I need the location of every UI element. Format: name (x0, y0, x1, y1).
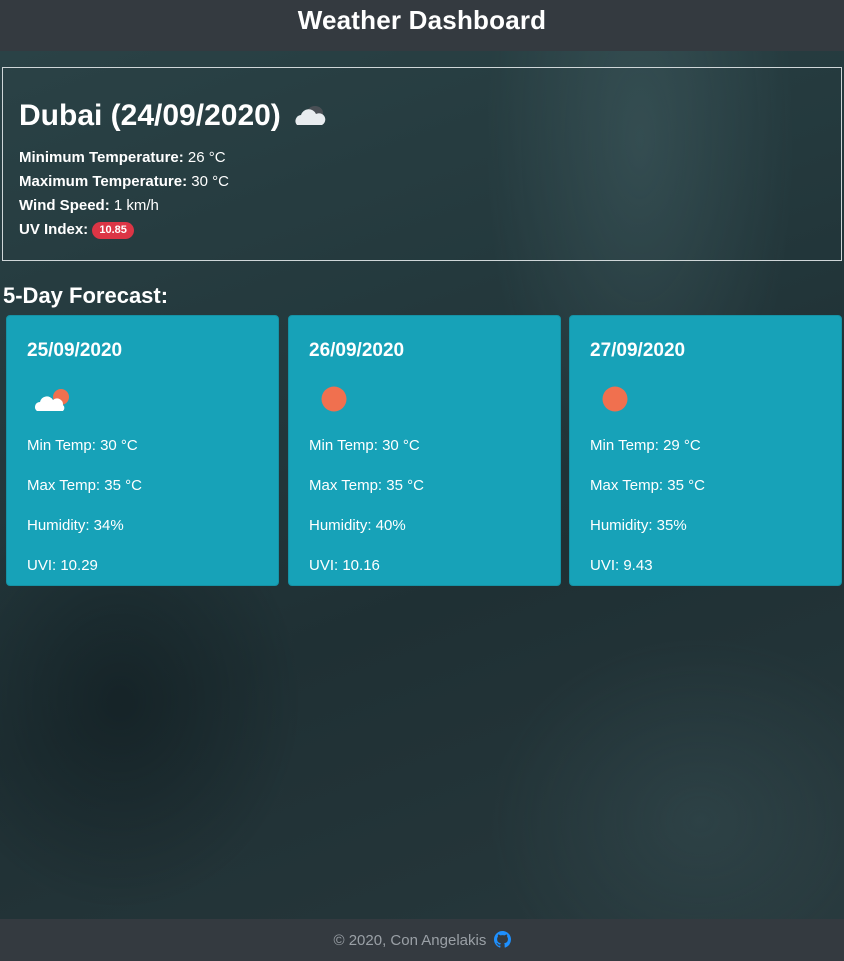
uv-index-badge: 10.85 (92, 222, 134, 239)
forecast-card: 26/09/2020 Min Temp: 30 °C Max Temp: 35 … (288, 315, 561, 586)
forecast-date: 27/09/2020 (590, 340, 686, 361)
forecast-icon-wrap (309, 378, 540, 418)
forecast-min-temp: Min Temp: 30 °C (309, 437, 420, 454)
forecast-icon-wrap (27, 378, 258, 418)
forecast-title: 5-Day Forecast: (3, 283, 169, 308)
footer-copyright: © 2020, Con Angelakis (333, 932, 487, 949)
wind-speed-value: 1 km/h (109, 197, 159, 214)
forecast-uvi: UVI: 9.43 (590, 557, 653, 574)
max-temp-value: 30 °C (187, 173, 229, 190)
current-weather-heading: Dubai (24/09/2020) (19, 96, 825, 136)
forecast-icon-wrap (590, 378, 821, 418)
forecast-humidity: Humidity: 35% (590, 517, 687, 534)
github-icon[interactable] (493, 931, 511, 948)
forecast-date: 26/09/2020 (309, 340, 405, 361)
footer-bar: © 2020, Con Angelakis (0, 919, 844, 961)
forecast-humidity: Humidity: 34% (27, 517, 124, 534)
sun-icon (602, 386, 628, 412)
github-link[interactable] (493, 922, 511, 961)
wind-speed-row: Wind Speed: 1 km/h (19, 194, 825, 218)
forecast-humidity: Humidity: 40% (309, 517, 406, 534)
min-temp-value: 26 °C (183, 149, 226, 166)
forecast-max-temp: Max Temp: 35 °C (590, 477, 705, 494)
max-temp-row: Maximum Temperature: 30 °C (19, 170, 825, 194)
wind-speed-label: Wind Speed: (19, 197, 110, 214)
forecast-min-temp: Min Temp: 29 °C (590, 437, 701, 454)
forecast-card: 27/09/2020 Min Temp: 29 °C Max Temp: 35 … (569, 315, 842, 586)
partly-cloudy-icon (35, 389, 69, 411)
sun-icon (321, 386, 347, 412)
forecast-uvi: UVI: 10.29 (27, 557, 98, 574)
min-temp-label: Minimum Temperature: (19, 149, 184, 166)
page-title: Weather Dashboard (297, 5, 547, 35)
header-bar: Weather Dashboard (0, 0, 844, 51)
forecast-uvi: UVI: 10.16 (309, 557, 380, 574)
forecast-max-temp: Max Temp: 35 °C (309, 477, 424, 494)
current-weather-panel: Dubai (24/09/2020) Minimum Temperature: … (2, 67, 842, 261)
forecast-card: 25/09/2020 Min Temp: 30 °C Max Temp: 35 … (6, 315, 279, 586)
min-temp-row: Minimum Temperature: 26 °C (19, 146, 825, 170)
uv-index-row: UV Index: 10.85 (19, 218, 825, 242)
forecast-cards: 25/09/2020 Min Temp: 30 °C Max Temp: 35 … (6, 315, 842, 587)
forecast-max-temp: Max Temp: 35 °C (27, 477, 142, 494)
forecast-min-temp: Min Temp: 30 °C (27, 437, 138, 454)
forecast-date: 25/09/2020 (27, 340, 123, 361)
cloud-icon (295, 106, 326, 125)
uv-index-label: UV Index: (19, 221, 89, 238)
max-temp-label: Maximum Temperature: (19, 173, 188, 190)
city-date-text: Dubai (24/09/2020) (19, 99, 281, 132)
